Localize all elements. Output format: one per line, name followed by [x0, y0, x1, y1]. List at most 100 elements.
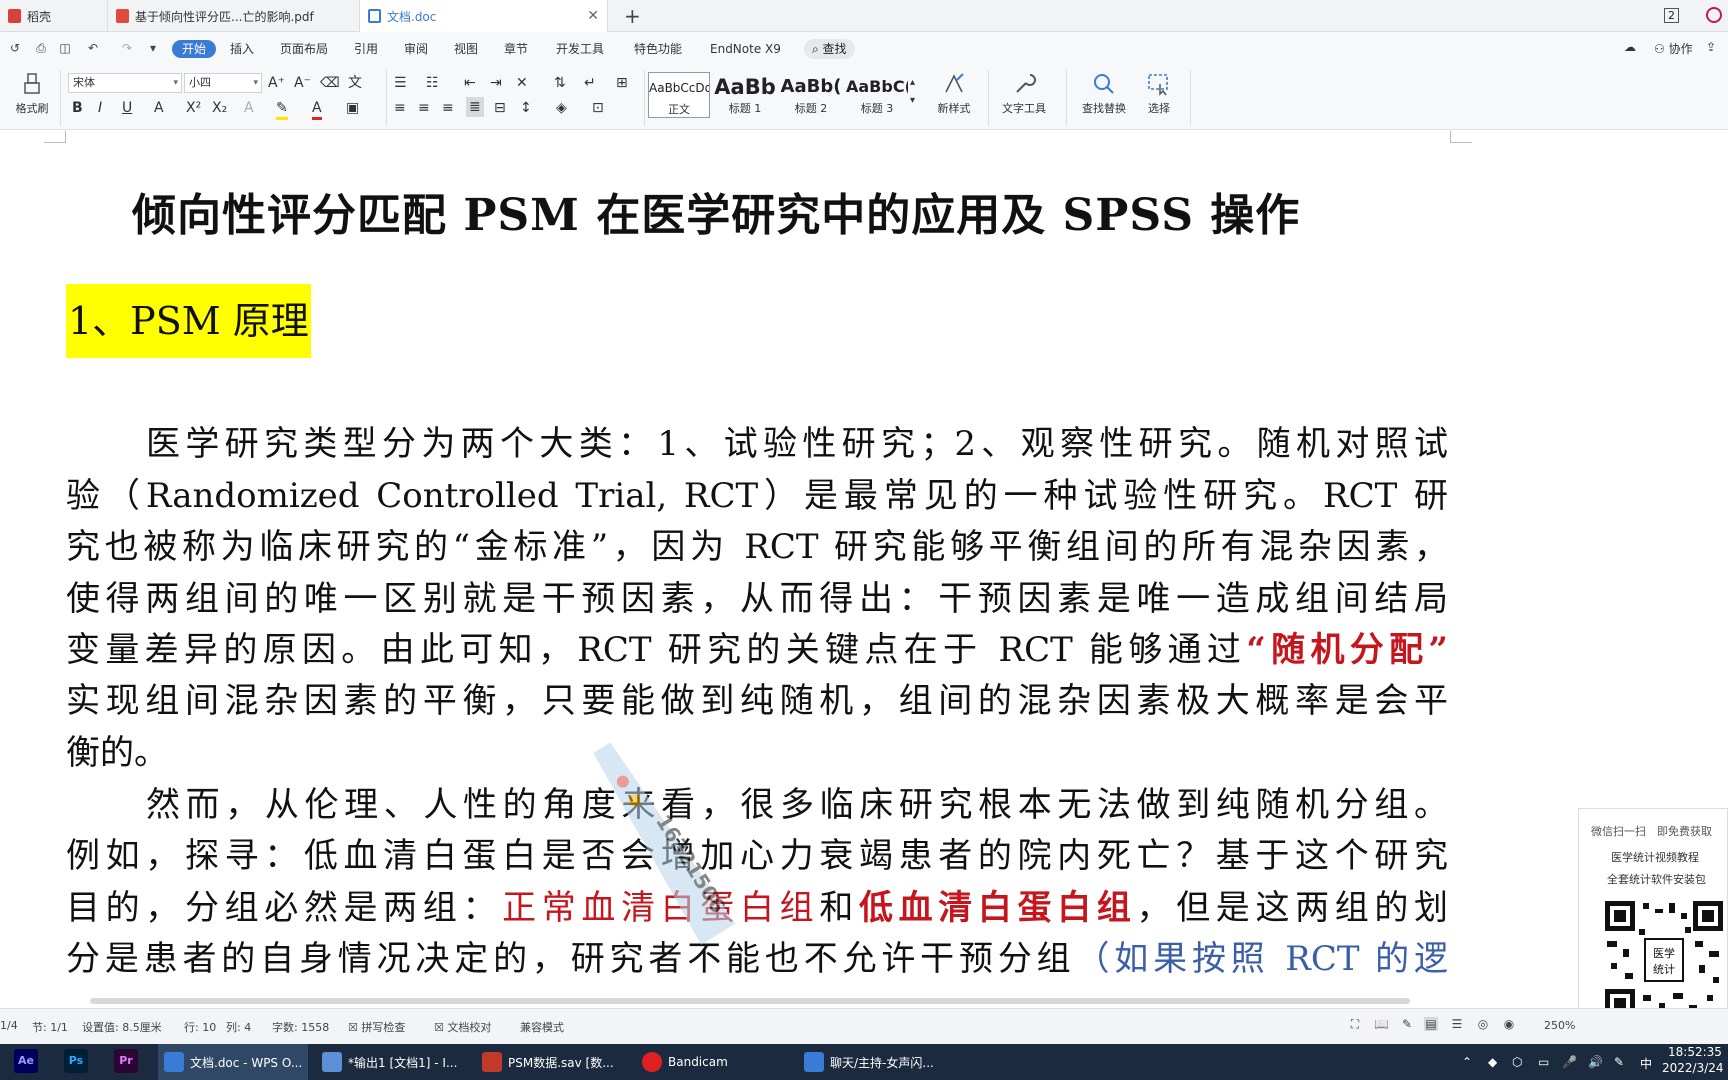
undo-history-icon[interactable]: ↺ — [8, 41, 22, 55]
clear-format-icon[interactable]: ⌫ — [320, 74, 340, 92]
sync-icon[interactable]: ☁ — [1624, 40, 1636, 54]
customize-quick-access-icon[interactable]: ▾ — [146, 41, 160, 55]
menu-view[interactable]: 视图 — [454, 40, 478, 58]
style-heading-2[interactable]: AaBb( 标题 2 — [780, 72, 842, 118]
font-grow-icon[interactable]: A⁺ — [268, 74, 285, 92]
underline-button[interactable]: U — [122, 99, 132, 117]
print-icon[interactable]: ⎙ — [34, 41, 48, 55]
justify-icon[interactable]: ≣ — [466, 97, 484, 117]
style-heading-1[interactable]: AaBb 标题 1 — [714, 72, 776, 118]
menu-chapter[interactable]: 章节 — [504, 40, 528, 58]
page-indicator[interactable]: 1/4 — [0, 1019, 18, 1032]
menu-developer[interactable]: 开发工具 — [556, 40, 604, 58]
new-tab-button[interactable]: + — [624, 4, 641, 28]
print-preview-icon[interactable]: ◫ — [58, 41, 72, 55]
horizontal-scrollbar[interactable] — [90, 998, 1410, 1004]
web-view-icon[interactable]: ◎ — [1476, 1017, 1490, 1031]
edit-mode-icon[interactable]: ✎ — [1400, 1017, 1414, 1031]
search-button[interactable]: ⌕ 查找 — [804, 39, 855, 59]
phonetic-guide-icon[interactable]: 文 — [348, 74, 362, 92]
undo-icon[interactable]: ↶ — [86, 41, 100, 55]
menu-home[interactable]: 开始 — [172, 40, 217, 58]
menu-page-layout[interactable]: 页面布局 — [280, 40, 328, 58]
collab-button[interactable]: ⚇ 协作 — [1654, 40, 1693, 57]
spell-check-button[interactable]: ☒ 拼写检查 — [348, 1019, 405, 1035]
tray-app-icon[interactable]: ◆ — [1488, 1055, 1497, 1069]
highlight-icon[interactable]: ✎ — [276, 99, 288, 120]
menu-endnote[interactable]: EndNote X9 — [710, 40, 781, 58]
taskbar-window-wps[interactable]: 文档.doc - WPS O... — [158, 1044, 308, 1080]
user-avatar-icon[interactable] — [1706, 7, 1722, 23]
close-icon[interactable]: ✕ — [587, 8, 599, 24]
distributed-align-icon[interactable]: ⊟ — [494, 99, 506, 117]
taskbar-window-bandicam[interactable]: Bandicam — [636, 1044, 786, 1080]
page-view-icon[interactable]: ▤ — [1424, 1017, 1438, 1031]
find-replace-button[interactable]: 查找替换 — [1074, 72, 1134, 116]
word-count[interactable]: 字数: 1558 — [272, 1019, 329, 1035]
taskbar-window-chat[interactable]: 聊天/主持-女声闪... — [798, 1044, 958, 1080]
clock-date[interactable]: 2022/3/24 — [1662, 1061, 1724, 1075]
menu-references[interactable]: 引用 — [354, 40, 378, 58]
qr-promo-popup[interactable]: 微信扫一扫 即免费获取 医学统计视频教程 全套统计软件安装包 医学 统计 — [1578, 808, 1728, 1036]
superscript-button[interactable]: X² — [186, 99, 201, 117]
char-border-icon[interactable]: ▣ — [346, 99, 359, 117]
tray-network-app-icon[interactable]: ⬡ — [1512, 1055, 1522, 1069]
italic-button[interactable]: I — [98, 99, 102, 117]
proofread-button[interactable]: ☒ 文档校对 — [434, 1019, 491, 1035]
redo-icon[interactable]: ↷ — [120, 41, 134, 55]
chinese-layout-icon[interactable]: ✕ — [516, 74, 528, 92]
text-tools-button[interactable]: 文字工具 — [994, 72, 1054, 116]
table-border-icon[interactable]: ⊞ — [616, 74, 628, 92]
menu-insert[interactable]: 插入 — [230, 40, 254, 58]
qr-code-icon[interactable]: 医学 统计 — [1603, 899, 1725, 1021]
align-right-icon[interactable]: ≡ — [442, 99, 454, 117]
document-canvas[interactable]: 倾向性评分匹配 PSM 在医学研究中的应用及 SPSS 操作 1、PSM 原理 … — [0, 131, 1728, 1008]
outline-view-icon[interactable]: ☰ — [1450, 1017, 1464, 1031]
tray-mic-icon[interactable]: 🎤 — [1562, 1055, 1577, 1069]
font-color-icon[interactable]: A — [312, 99, 322, 120]
text-effect-button[interactable]: A — [244, 99, 254, 117]
sort-icon[interactable]: ⇅ — [554, 74, 566, 92]
tray-monitor-icon[interactable]: ▭ — [1538, 1055, 1549, 1069]
share-button[interactable]: ⇪ — [1706, 40, 1716, 54]
line-spacing-icon[interactable]: ↕ — [520, 99, 532, 117]
tray-volume-icon[interactable]: 🔊 — [1588, 1055, 1603, 1069]
read-mode-icon[interactable]: 📖 — [1374, 1017, 1389, 1031]
fullscreen-icon[interactable]: ⛶ — [1348, 1017, 1362, 1031]
numbered-list-icon[interactable]: ☷ — [426, 74, 439, 92]
style-heading-3[interactable]: AaBbC( 标题 3 — [846, 72, 908, 118]
font-shrink-icon[interactable]: A⁻ — [294, 74, 311, 92]
align-center-icon[interactable]: ≡ — [418, 99, 430, 117]
select-button[interactable]: 选择 — [1134, 72, 1184, 116]
taskbar-window-spss-output[interactable]: *输出1 [文档1] - I... — [316, 1044, 466, 1080]
tray-overflow-icon[interactable]: ⌃ — [1462, 1055, 1472, 1069]
tray-pen-icon[interactable]: ✎ — [1614, 1055, 1624, 1069]
subscript-button[interactable]: X₂ — [212, 99, 227, 117]
font-name-select[interactable]: 宋体 — [68, 73, 182, 93]
ime-indicator[interactable]: 中 — [1640, 1055, 1652, 1072]
photoshop-icon[interactable]: Ps — [64, 1049, 88, 1073]
tab-pdf[interactable]: 基于倾向性评分匹...亡的影响.pdf — [108, 0, 360, 32]
window-count-badge[interactable]: 2 — [1664, 8, 1679, 23]
font-size-select[interactable]: 小四 — [184, 73, 262, 93]
shading-icon[interactable]: ◈ — [556, 99, 567, 117]
new-style-button[interactable]: 新样式 — [924, 72, 984, 116]
eye-protection-icon[interactable]: ◉ — [1502, 1017, 1516, 1031]
zoom-level[interactable]: 250% — [1544, 1019, 1575, 1032]
style-normal[interactable]: AaBbCcDd 正文 — [648, 72, 710, 118]
menu-features[interactable]: 特色功能 — [634, 40, 682, 58]
show-marks-icon[interactable]: ↵ — [584, 74, 596, 92]
strikethrough-button[interactable]: A — [154, 99, 164, 117]
clock-time[interactable]: 18:52:35 — [1668, 1045, 1722, 1059]
bold-button[interactable]: B — [72, 99, 83, 117]
increase-indent-icon[interactable]: ⇥ — [490, 74, 502, 92]
bullet-list-icon[interactable]: ☰ — [394, 74, 407, 92]
styles-scroll-icon[interactable]: ▴ ▾ — [910, 74, 915, 110]
taskbar-window-spss-data[interactable]: PSM数据.sav [数... — [476, 1044, 626, 1080]
premiere-icon[interactable]: Pr — [114, 1049, 138, 1073]
tab-word-doc[interactable]: 文档.doc ✕ — [360, 0, 608, 32]
align-left-icon[interactable]: ≡ — [394, 99, 406, 117]
tab-docer[interactable]: 稻壳 — [0, 0, 108, 32]
format-painter-button[interactable]: 格式刷 — [2, 72, 62, 116]
menu-review[interactable]: 审阅 — [404, 40, 428, 58]
